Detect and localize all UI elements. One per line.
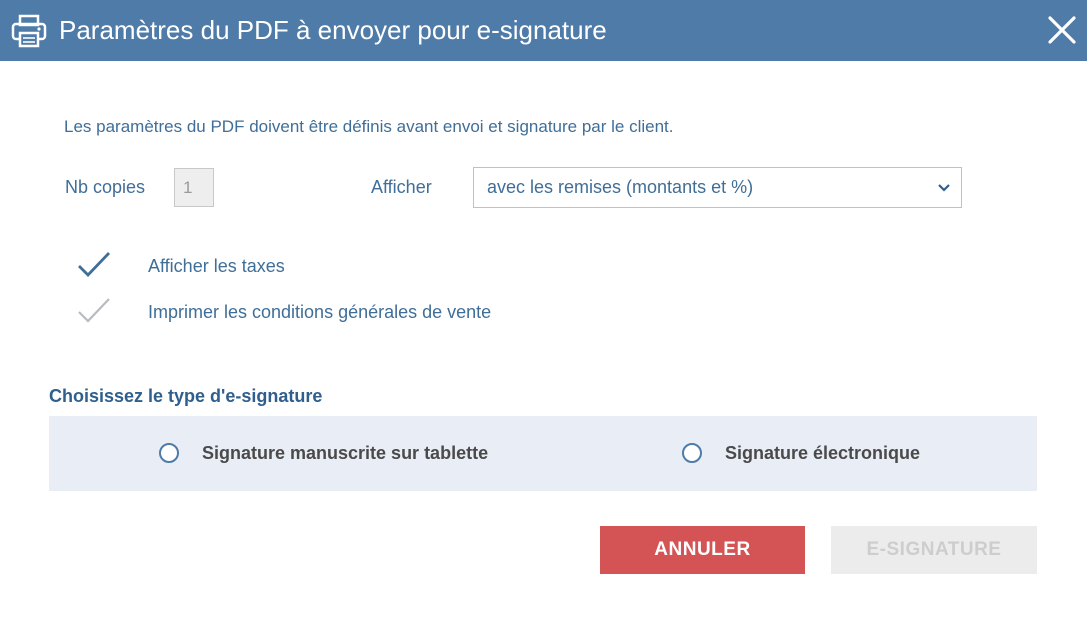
- radio-electronic-signature[interactable]: Signature électronique: [682, 440, 982, 468]
- intro-text: Les paramètres du PDF doivent être défin…: [64, 117, 674, 136]
- copies-input[interactable]: [174, 168, 214, 207]
- printer-icon: [11, 14, 47, 48]
- radio-handwritten-label: Signature manuscrite sur tablette: [202, 443, 489, 463]
- dialog-header: Paramètres du PDF à envoyer pour e-signa…: [0, 0, 1087, 61]
- radio-electronic-label: Signature électronique: [725, 443, 921, 463]
- radio-button[interactable]: [159, 443, 179, 463]
- close-icon[interactable]: [1046, 14, 1078, 46]
- radio-handwritten-signature[interactable]: Signature manuscrite sur tablette: [159, 440, 539, 468]
- signature-type-group: Signature manuscrite sur tablette Signat…: [49, 416, 1037, 491]
- dialog-title: Paramètres du PDF à envoyer pour e-signa…: [59, 15, 607, 45]
- radio-button[interactable]: [682, 443, 702, 463]
- cancel-button[interactable]: ANNULER: [600, 526, 805, 574]
- e-signature-button[interactable]: E-SIGNATURE: [831, 526, 1037, 574]
- display-select[interactable]: avec les remises (montants et %): [473, 167, 962, 208]
- signature-section-title: Choisissez le type d'e-signature: [49, 386, 323, 406]
- checkmark-icon: [78, 252, 111, 278]
- display-select-value: avec les remises (montants et %): [487, 177, 754, 197]
- chevron-down-icon: [938, 184, 950, 192]
- option-print-terms-label: Imprimer les conditions générales de ven…: [148, 302, 492, 322]
- display-label: Afficher: [371, 177, 432, 197]
- checkmark-icon: [78, 298, 110, 323]
- copies-label: Nb copies: [65, 177, 146, 197]
- option-show-taxes-label: Afficher les taxes: [148, 256, 285, 276]
- option-show-taxes[interactable]: Afficher les taxes: [76, 249, 376, 285]
- option-print-terms[interactable]: Imprimer les conditions générales de ven…: [76, 295, 556, 331]
